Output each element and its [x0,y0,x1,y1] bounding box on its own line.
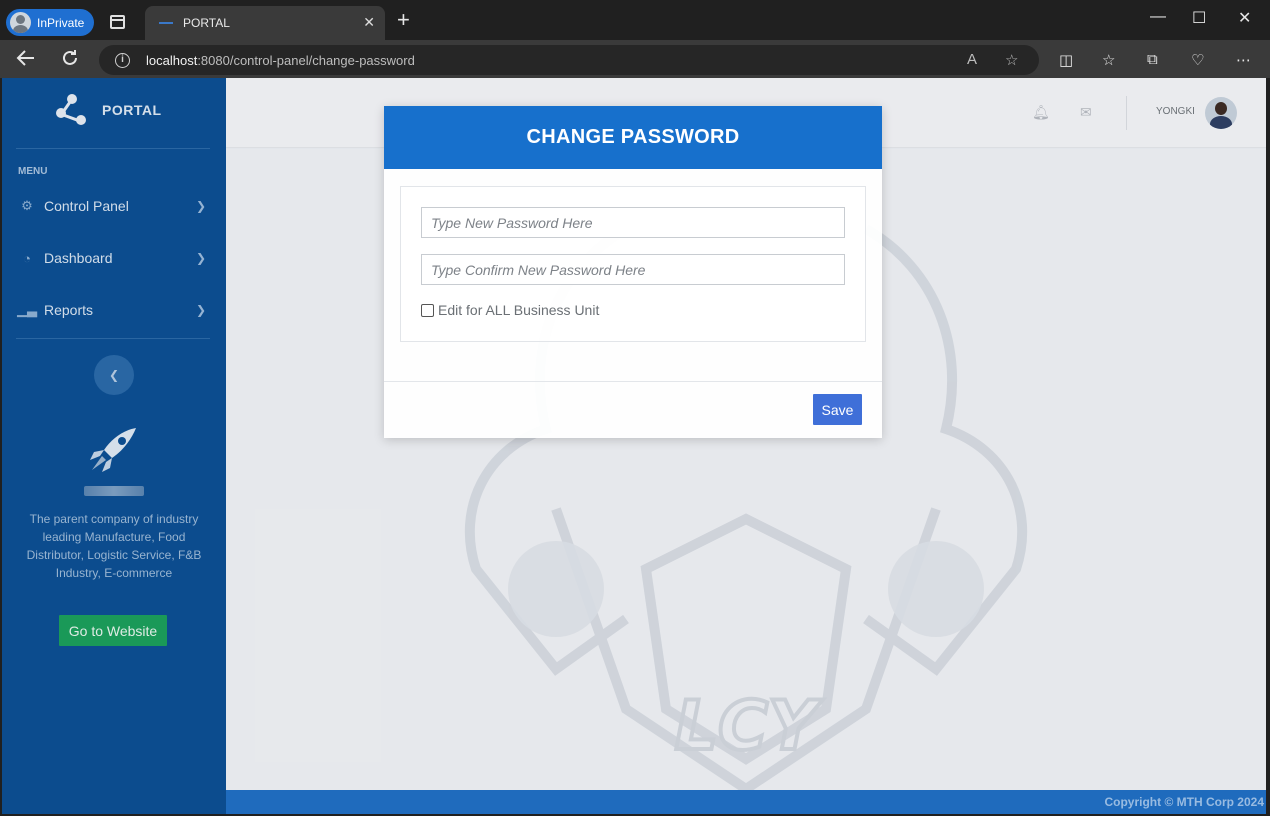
refresh-icon[interactable] [61,49,79,67]
address-bar[interactable]: i localhost :8080/control-panel/change-p… [99,45,1039,75]
checkbox-label: Edit for ALL Business Unit [438,302,600,318]
back-arrow-icon[interactable] [16,49,36,67]
modal-title: CHANGE PASSWORD [526,126,740,148]
new-tab-button[interactable]: + [397,9,410,31]
new-password-field[interactable]: Type New Password Here [421,207,845,238]
browser-essentials-icon[interactable]: ♡ [1191,51,1204,69]
browser-tab-portal[interactable]: PORTAL ✕ [145,6,385,40]
window-close-button[interactable]: ✕ [1238,8,1251,28]
split-screen-icon[interactable]: ◫ [1059,51,1073,69]
save-button[interactable]: Save [813,394,862,425]
edit-all-business-unit-row[interactable]: Edit for ALL Business Unit [421,302,599,318]
inprivate-label: InPrivate [37,15,85,30]
modal-header: CHANGE PASSWORD [384,106,882,169]
collections-icon[interactable]: ⧉ [1147,51,1158,68]
app-page: PORTAL MENU ⚙ Control Panel ❯ ◔ Dashboar… [2,78,1266,814]
favorites-icon[interactable]: ☆ [1102,51,1115,69]
window-minimize-button[interactable]: — [1150,8,1166,26]
tab-close-icon[interactable]: ✕ [363,14,375,31]
favicon-icon [159,22,173,24]
modal-footer-divider [384,381,882,382]
favorite-star-icon[interactable]: ☆ [1005,51,1018,69]
inprivate-profile-button[interactable]: InPrivate [6,9,94,36]
browser-toolbar: i localhost :8080/control-panel/change-p… [0,40,1270,78]
change-password-modal: CHANGE PASSWORD Type New Password Here T… [384,106,882,438]
url-host: localhost [146,52,198,68]
browser-tabstrip: InPrivate PORTAL ✕ + — ☐ ✕ [0,0,1270,40]
url-path: :8080/control-panel/change-password [197,52,415,68]
profile-avatar-icon [10,12,31,33]
tab-actions-icon[interactable] [110,15,125,29]
edit-all-business-unit-checkbox[interactable] [421,303,434,317]
more-menu-icon[interactable]: ⋯ [1236,51,1251,69]
modal-form-panel: Type New Password Here Type Confirm New … [400,186,866,342]
confirm-password-field[interactable]: Type Confirm New Password Here [421,254,845,285]
tab-title: PORTAL [183,16,230,30]
site-info-icon[interactable]: i [115,52,130,68]
read-aloud-icon[interactable]: A [967,51,977,68]
window-maximize-button[interactable]: ☐ [1192,8,1206,28]
